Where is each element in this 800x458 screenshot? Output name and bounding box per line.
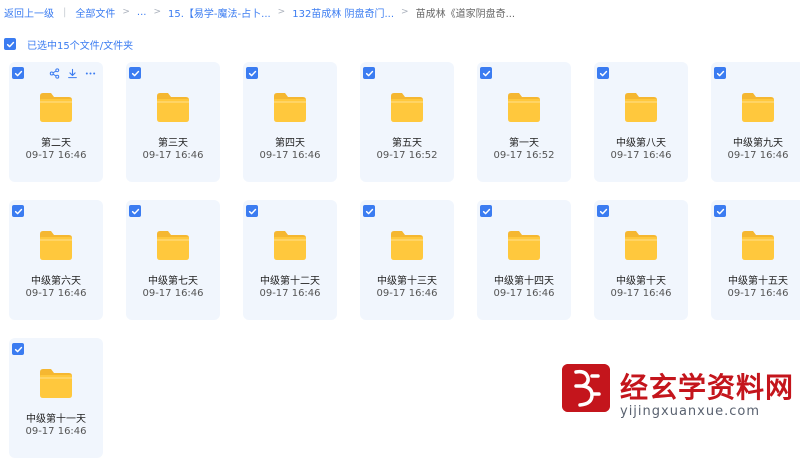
folder-icon	[625, 93, 657, 122]
folder-tile[interactable]: 中级第七天 09-17 16:46	[126, 200, 220, 320]
site-logo-icon	[562, 364, 610, 412]
folder-tile[interactable]: 中级第九天 09-17 16:46	[711, 62, 800, 182]
folder-date: 09-17 16:46	[142, 150, 204, 161]
folder-name: 中级第十一天	[26, 414, 86, 425]
checkbox-checked-icon[interactable]	[12, 343, 24, 355]
checkbox-checked-icon[interactable]	[246, 67, 258, 79]
checkbox-checked-icon[interactable]	[597, 67, 609, 79]
folder-date: 09-17 16:46	[727, 150, 789, 161]
folder-tile[interactable]: 第五天 09-17 16:52	[360, 62, 454, 182]
folder-icon	[625, 231, 657, 260]
folder-icon	[391, 231, 423, 260]
folder-icon	[508, 231, 540, 260]
checkbox-checked-icon[interactable]	[714, 205, 726, 217]
folder-icon	[274, 93, 306, 122]
folder-date: 09-17 16:46	[493, 288, 555, 299]
breadcrumb-ellipsis[interactable]: ...	[137, 7, 147, 18]
folder-name: 中级第七天	[148, 276, 198, 287]
folder-icon	[157, 231, 189, 260]
select-all-row: 已选中15个文件/文件夹	[4, 37, 134, 52]
folder-tile[interactable]: 中级第六天 09-17 16:46	[9, 200, 103, 320]
folder-name: 中级第八天	[616, 138, 666, 149]
folder-icon	[742, 231, 774, 260]
folder-name: 第三天	[158, 138, 188, 149]
folder-icon	[742, 93, 774, 122]
chevron-right-icon: >	[122, 7, 130, 17]
checkbox-checked-icon[interactable]	[12, 205, 24, 217]
folder-date: 09-17 16:52	[493, 150, 555, 161]
folder-tile[interactable]: 中级第十五天 09-17 16:46	[711, 200, 800, 320]
breadcrumb-level2[interactable]: 132苗成林 阴盘奇门...	[292, 5, 394, 20]
folder-name: 中级第十五天	[728, 276, 788, 287]
checkbox-checked-icon[interactable]	[363, 67, 375, 79]
folder-icon	[40, 93, 72, 122]
checkbox-checked-icon[interactable]	[480, 67, 492, 79]
folder-name: 中级第十二天	[260, 276, 320, 287]
folder-tile[interactable]: 中级第十四天 09-17 16:46	[477, 200, 571, 320]
checkbox-checked-icon[interactable]	[480, 205, 492, 217]
folder-icon	[508, 93, 540, 122]
folder-name: 中级第十三天	[377, 276, 437, 287]
folder-date: 09-17 16:46	[259, 150, 321, 161]
chevron-right-icon: >	[401, 7, 409, 17]
chevron-right-icon: >	[277, 7, 286, 17]
breadcrumb-current: 苗成林《道家阴盘奇...	[415, 8, 516, 20]
more-icon[interactable]	[85, 68, 96, 79]
watermark-title: 经玄学资料网	[620, 371, 795, 404]
download-icon[interactable]	[67, 68, 78, 79]
checkbox-checked-icon[interactable]	[4, 38, 16, 50]
folder-name: 中级第九天	[733, 138, 783, 149]
folder-date: 09-17 16:46	[610, 288, 672, 299]
tile-actions	[49, 68, 96, 79]
folder-icon	[40, 369, 72, 398]
folder-name: 第五天	[392, 138, 422, 149]
folder-date: 09-17 16:46	[376, 288, 438, 299]
checkbox-checked-icon[interactable]	[363, 205, 375, 217]
folder-tile[interactable]: 中级第八天 09-17 16:46	[594, 62, 688, 182]
folder-icon	[157, 93, 189, 122]
folder-tile[interactable]: 中级第十一天 09-17 16:46	[9, 338, 103, 458]
selection-count-label: 已选中15个文件/文件夹	[27, 40, 134, 52]
folder-name: 第四天	[275, 138, 305, 149]
chevron-right-icon: >	[153, 7, 162, 17]
folder-tile[interactable]: 第二天 09-17 16:46	[9, 62, 103, 182]
folder-date: 09-17 16:46	[259, 288, 321, 299]
folder-date: 09-17 16:52	[376, 150, 438, 161]
folder-name: 中级第十四天	[494, 276, 554, 287]
checkbox-checked-icon[interactable]	[714, 67, 726, 79]
folder-name: 中级第六天	[31, 276, 81, 287]
breadcrumb-level1[interactable]: 15.【易学-魔法-占卜...	[168, 5, 271, 20]
checkbox-checked-icon[interactable]	[129, 67, 141, 79]
folder-tile[interactable]: 中级第十二天 09-17 16:46	[243, 200, 337, 320]
folder-name: 中级第十天	[616, 276, 666, 287]
folder-icon	[40, 231, 72, 260]
folder-name: 第一天	[509, 138, 539, 149]
folder-date: 09-17 16:46	[142, 288, 204, 299]
folder-tile[interactable]: 第三天 09-17 16:46	[126, 62, 220, 182]
folder-icon	[391, 93, 423, 122]
folder-date: 09-17 16:46	[25, 150, 87, 161]
folder-date: 09-17 16:46	[25, 426, 87, 437]
back-link[interactable]: 返回上一级	[4, 5, 54, 20]
checkbox-checked-icon[interactable]	[12, 67, 24, 79]
breadcrumb-divider: |	[63, 6, 67, 18]
folder-date: 09-17 16:46	[25, 288, 87, 299]
folder-tile[interactable]: 中级第十天 09-17 16:46	[594, 200, 688, 320]
breadcrumb-all-files[interactable]: 全部文件	[75, 5, 115, 20]
folder-tile[interactable]: 中级第十三天 09-17 16:46	[360, 200, 454, 320]
checkbox-checked-icon[interactable]	[246, 205, 258, 217]
folder-tile[interactable]: 第四天 09-17 16:46	[243, 62, 337, 182]
checkbox-checked-icon[interactable]	[597, 205, 609, 217]
watermark-url: yijingxuanxue.com	[620, 404, 760, 419]
share-icon[interactable]	[49, 68, 60, 79]
folder-name: 第二天	[41, 138, 71, 149]
folder-date: 09-17 16:46	[727, 288, 789, 299]
folder-icon	[274, 231, 306, 260]
watermark: 经玄学资料网 yijingxuanxue.com	[558, 364, 798, 426]
folder-date: 09-17 16:46	[610, 150, 672, 161]
folder-tile[interactable]: 第一天 09-17 16:52	[477, 62, 571, 182]
breadcrumb: 返回上一级 | 全部文件 > ... > 15.【易学-魔法-占卜... > 1…	[4, 0, 515, 24]
checkbox-checked-icon[interactable]	[129, 205, 141, 217]
